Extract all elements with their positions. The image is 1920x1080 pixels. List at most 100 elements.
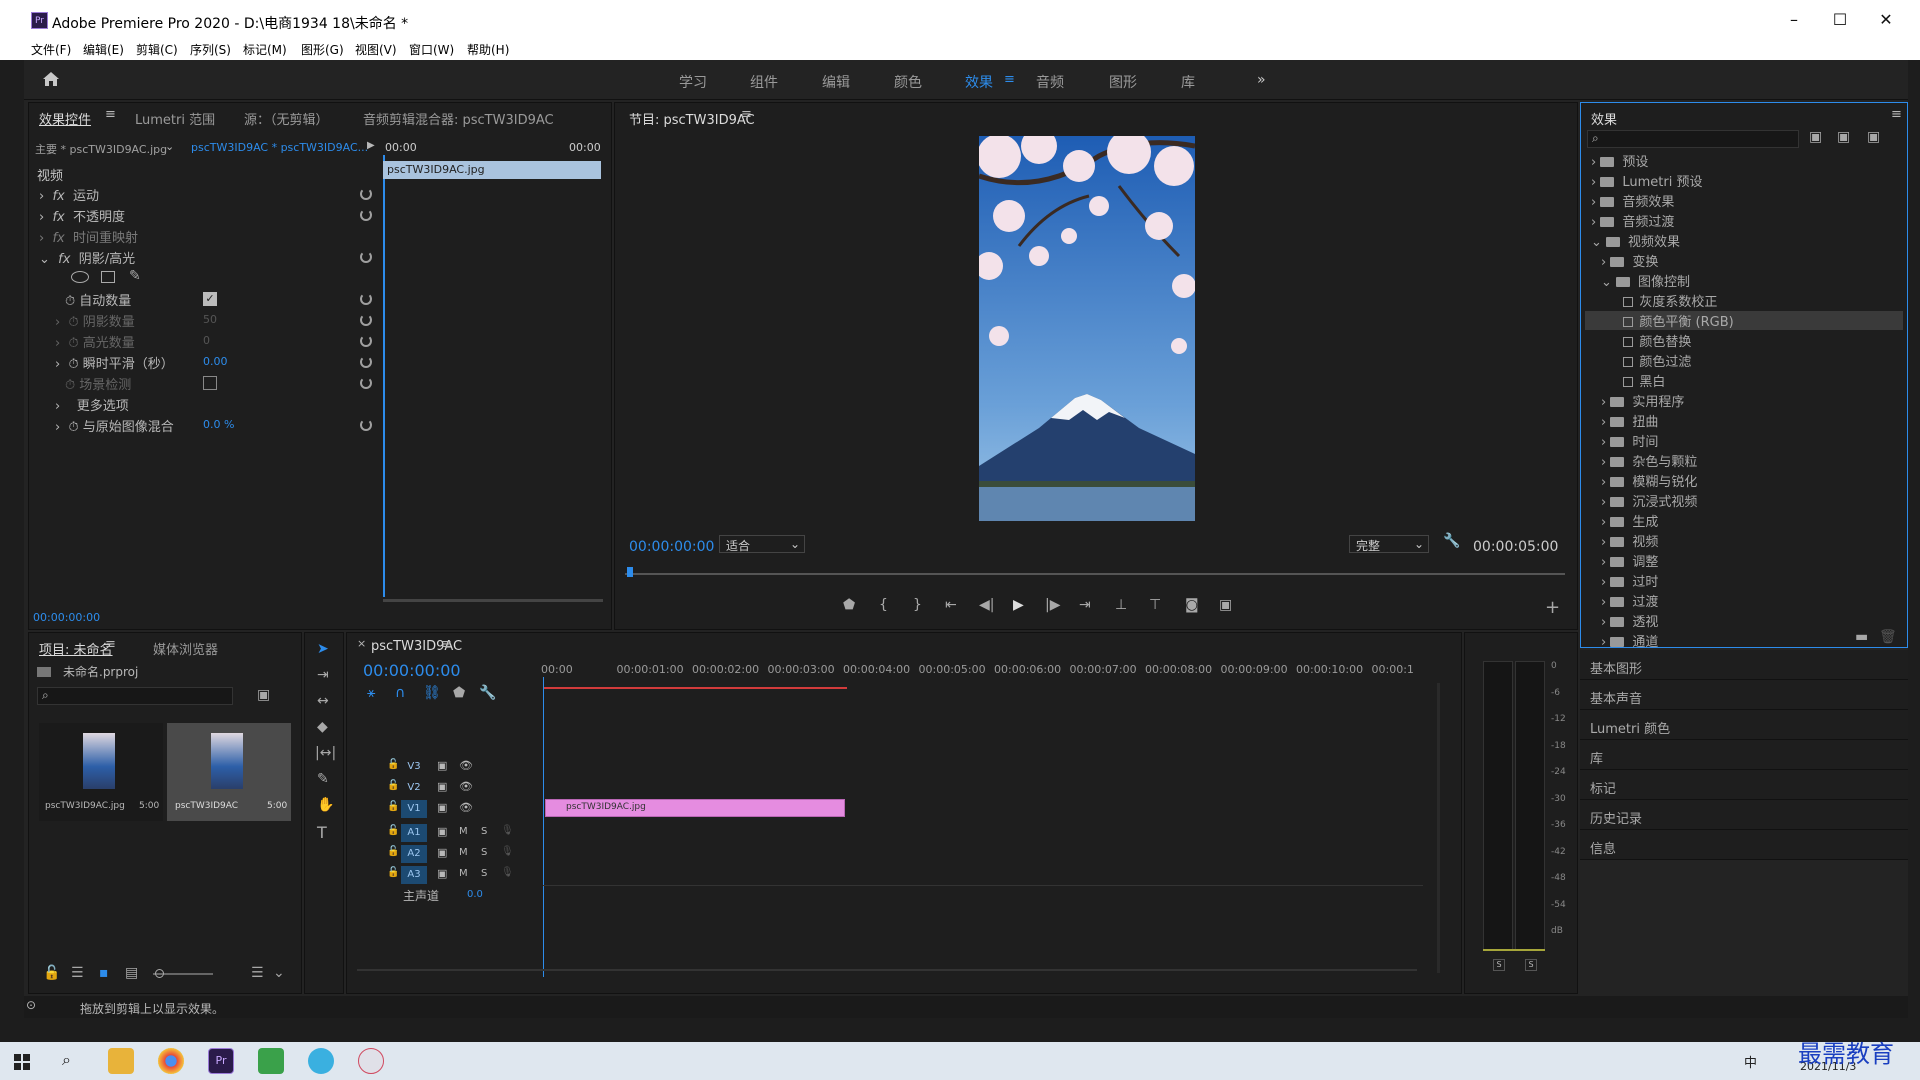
ellipse-mask-icon[interactable] bbox=[71, 271, 89, 283]
side-libraries[interactable]: 库 bbox=[1580, 740, 1908, 770]
tab-audio-mixer[interactable]: 音频剪辑混合器: pscTW3ID9AC bbox=[363, 109, 554, 128]
menu-file[interactable]: 文件(F) bbox=[31, 41, 71, 58]
chevron-right-icon[interactable] bbox=[1611, 375, 1623, 390]
panel-menu-icon[interactable]: ≡ bbox=[1891, 107, 1902, 122]
type-tool-icon[interactable]: T bbox=[317, 823, 327, 842]
quality-dropdown[interactable]: 完整 ⌄ bbox=[1349, 535, 1429, 553]
panel-menu-icon[interactable]: ≡ bbox=[441, 637, 452, 652]
chevron-right-icon[interactable]: › bbox=[1591, 155, 1600, 170]
workspace-audio[interactable]: 音频 bbox=[1036, 72, 1064, 92]
ime-indicator[interactable]: 中 bbox=[1744, 1052, 1757, 1071]
effects-tree-item[interactable]: › 过渡 bbox=[1585, 591, 1915, 610]
work-area-bar[interactable] bbox=[543, 687, 847, 689]
chevron-right-icon[interactable]: › bbox=[1601, 475, 1610, 490]
chevron-right-icon[interactable]: › bbox=[1601, 615, 1610, 630]
workspace-learn[interactable]: 学习 bbox=[679, 72, 707, 92]
menu-clip[interactable]: 剪辑(C) bbox=[136, 41, 178, 58]
go-to-out-icon[interactable]: ⇥ bbox=[1079, 597, 1091, 613]
microphone-icon[interactable]: 🎙 bbox=[501, 846, 514, 857]
timeline-timecode[interactable]: 00:00:00:00 bbox=[363, 661, 461, 680]
play-icon[interactable]: ▶ bbox=[1013, 597, 1024, 613]
solo-button[interactable]: S bbox=[481, 826, 487, 837]
yuv-effects-icon[interactable]: ▣ bbox=[1867, 129, 1880, 145]
windows-start-icon[interactable] bbox=[14, 1054, 30, 1070]
effects-tree-item[interactable]: › 预设 bbox=[1585, 151, 1915, 170]
home-icon[interactable] bbox=[42, 71, 60, 87]
list-view-icon[interactable]: ☰ bbox=[71, 965, 84, 981]
sync-lock-icon[interactable]: ▣ bbox=[437, 759, 447, 772]
master-clip-label[interactable]: 主要 * pscTW3ID9AC.jpg bbox=[35, 141, 167, 157]
chevron-right-icon[interactable]: › bbox=[1601, 635, 1610, 650]
ec-playhead[interactable] bbox=[383, 155, 385, 597]
param-row[interactable]: › 更多选项 bbox=[55, 395, 129, 414]
track-header[interactable]: 🔓 A2 ▣ M S 🎙 bbox=[377, 844, 537, 864]
extract-icon[interactable]: ⊤ bbox=[1149, 597, 1161, 613]
wrench-icon[interactable]: 🔧 bbox=[1443, 533, 1460, 549]
chevron-down-icon[interactable]: ⌄ bbox=[1591, 235, 1606, 250]
sync-lock-icon[interactable]: ▣ bbox=[437, 825, 447, 838]
search-icon[interactable]: ⌕ bbox=[62, 1050, 71, 1070]
prop-row[interactable]: › fx 时间重映射 bbox=[39, 227, 138, 246]
app-icon[interactable] bbox=[258, 1048, 284, 1074]
effects-tree-item[interactable]: › 实用程序 bbox=[1585, 391, 1915, 410]
program-timecode[interactable]: 00:00:00:00 bbox=[629, 539, 714, 555]
effects-tree-item[interactable]: 颜色替换 bbox=[1585, 331, 1915, 350]
workspace-editing[interactable]: 编辑 bbox=[822, 72, 850, 92]
new-bin-icon[interactable]: ▬ bbox=[1855, 629, 1868, 645]
sync-lock-icon[interactable]: ▣ bbox=[437, 846, 447, 859]
chevron-right-icon[interactable]: › bbox=[1591, 195, 1600, 210]
timeline-ruler[interactable]: 00:00 00:00:01:00 00:00:02:00 00:00:03:00 00… bbox=[539, 663, 1429, 687]
freeform-view-icon[interactable]: ▤ bbox=[125, 965, 138, 981]
menu-edit[interactable]: 编辑(E) bbox=[83, 41, 124, 58]
prop-row[interactable]: › fx 运动 bbox=[39, 185, 99, 204]
reset-icon[interactable] bbox=[360, 293, 372, 305]
minimize-button[interactable]: – bbox=[1774, 10, 1814, 32]
chevron-right-icon[interactable] bbox=[1611, 295, 1623, 310]
effects-tree-item[interactable]: › Lumetri 预设 bbox=[1585, 171, 1915, 190]
effects-tree-item[interactable]: › 杂色与颗粒 bbox=[1585, 451, 1915, 470]
mute-button[interactable]: M bbox=[459, 826, 468, 837]
nest-icon[interactable]: ⚹ bbox=[367, 685, 375, 701]
chrome-icon[interactable] bbox=[158, 1048, 184, 1074]
effects-tree-item[interactable]: › 透视 bbox=[1585, 611, 1915, 630]
prop-row[interactable]: › fx 不透明度 bbox=[39, 206, 125, 225]
timeline-playhead[interactable] bbox=[543, 677, 544, 977]
track-target-badge[interactable]: V3 bbox=[401, 758, 427, 776]
ec-zoom-scrollbar[interactable] bbox=[383, 599, 603, 602]
track-target-badge[interactable]: A2 bbox=[401, 845, 427, 863]
lock-icon[interactable]: 🔓 bbox=[387, 846, 399, 857]
menu-markers[interactable]: 标记(M) bbox=[243, 41, 287, 58]
app-icon[interactable] bbox=[358, 1048, 384, 1074]
lock-icon[interactable]: 🔓 bbox=[387, 801, 399, 812]
pen-tool-icon[interactable]: ✎ bbox=[317, 771, 329, 787]
track-target-badge[interactable]: V2 bbox=[401, 779, 427, 797]
prop-row[interactable]: ⌄ fx 阴影/高光 bbox=[39, 248, 135, 267]
browser-icon[interactable] bbox=[308, 1048, 334, 1074]
effects-tree-item[interactable]: › 音频效果 bbox=[1585, 191, 1915, 210]
timeline-clip[interactable]: pscTW3ID9AC.jpg bbox=[545, 799, 845, 817]
close-button[interactable]: ✕ bbox=[1866, 10, 1906, 32]
effects-search-input[interactable]: ⌕ bbox=[1587, 130, 1799, 148]
sync-lock-icon[interactable]: ▣ bbox=[437, 801, 447, 814]
eye-icon[interactable]: 👁 bbox=[459, 801, 473, 814]
chevron-right-icon[interactable] bbox=[1611, 355, 1623, 370]
panel-menu-icon[interactable]: ≡ bbox=[105, 107, 116, 122]
add-marker-icon[interactable]: ⬟ bbox=[453, 685, 465, 701]
menu-view[interactable]: 视图(V) bbox=[355, 41, 397, 58]
timeline-vscrollbar[interactable] bbox=[1437, 683, 1440, 973]
side-markers[interactable]: 标记 bbox=[1580, 770, 1908, 800]
workspace-assembly[interactable]: 组件 bbox=[750, 72, 778, 92]
chevron-right-icon[interactable] bbox=[1611, 335, 1623, 350]
solo-right-button[interactable]: S bbox=[1525, 959, 1537, 971]
panel-menu-icon[interactable]: ≡ bbox=[105, 637, 116, 652]
wrench-icon[interactable]: 🔧 bbox=[479, 685, 496, 701]
side-lumetri-color[interactable]: Lumetri 颜色 bbox=[1580, 710, 1908, 740]
track-header[interactable]: 🔓 A3 ▣ M S 🎙 bbox=[377, 865, 537, 885]
master-track-header[interactable]: 主声道 0.0 bbox=[387, 885, 547, 905]
effects-tree-item[interactable]: › 扭曲 bbox=[1585, 411, 1915, 430]
new-search-bin-icon[interactable]: ▣ bbox=[257, 687, 270, 703]
reset-icon[interactable] bbox=[360, 314, 372, 326]
zoom-slider-handle[interactable] bbox=[155, 969, 164, 978]
effects-panel-title[interactable]: 效果 bbox=[1591, 109, 1617, 128]
project-item[interactable]: pscTW3ID9AC 5:00 bbox=[167, 723, 291, 821]
